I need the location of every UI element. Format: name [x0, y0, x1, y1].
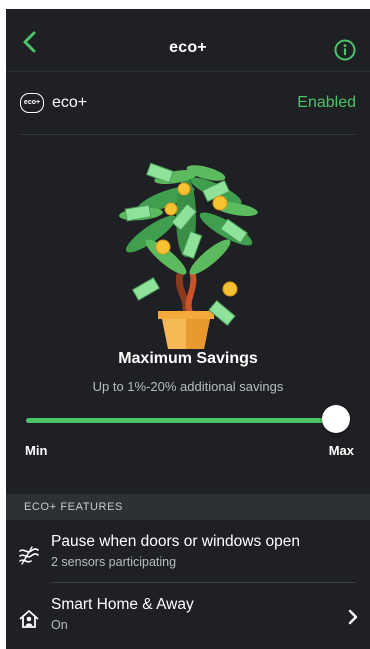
savings-mode-subtitle: Up to 1%-20% additional savings: [92, 379, 284, 394]
eco-label: eco+: [52, 94, 88, 111]
money-tree-illustration: [119, 162, 258, 349]
feature-pause-doors-windows[interactable]: Pause when doors or windows open 2 senso…: [6, 524, 370, 584]
section-header: ECO+ FEATURES: [6, 494, 370, 520]
feature-title: Smart Home & Away: [51, 596, 194, 613]
home-person-icon: [19, 610, 39, 628]
wind-icon: [19, 546, 39, 565]
chevron-right-icon[interactable]: [346, 609, 360, 625]
savings-mode-title: Maximum Savings: [118, 350, 258, 367]
feature-subtitle: On: [51, 618, 68, 632]
eco-plus-screen: eco+ eco+ eco+ Enabled Maximum Savings U…: [6, 9, 370, 649]
slider-min-label: Min: [25, 443, 48, 458]
slider-max-label: Max: [328, 443, 354, 458]
savings-slider-track[interactable]: [26, 418, 336, 423]
eco-plus-icon: eco+: [20, 93, 44, 113]
eco-status-row[interactable]: eco+ eco+ Enabled: [20, 88, 356, 135]
info-icon[interactable]: [334, 39, 356, 61]
savings-slider-thumb[interactable]: [322, 405, 350, 433]
page-title: eco+: [169, 39, 207, 56]
feature-divider: [51, 582, 356, 583]
feature-title: Pause when doors or windows open: [51, 533, 301, 550]
feature-subtitle: 2 sensors participating: [51, 555, 177, 569]
top-bar: eco+: [6, 9, 370, 72]
feature-smart-home-away[interactable]: Smart Home & Away On: [6, 587, 370, 647]
eco-status: Enabled: [297, 94, 356, 111]
